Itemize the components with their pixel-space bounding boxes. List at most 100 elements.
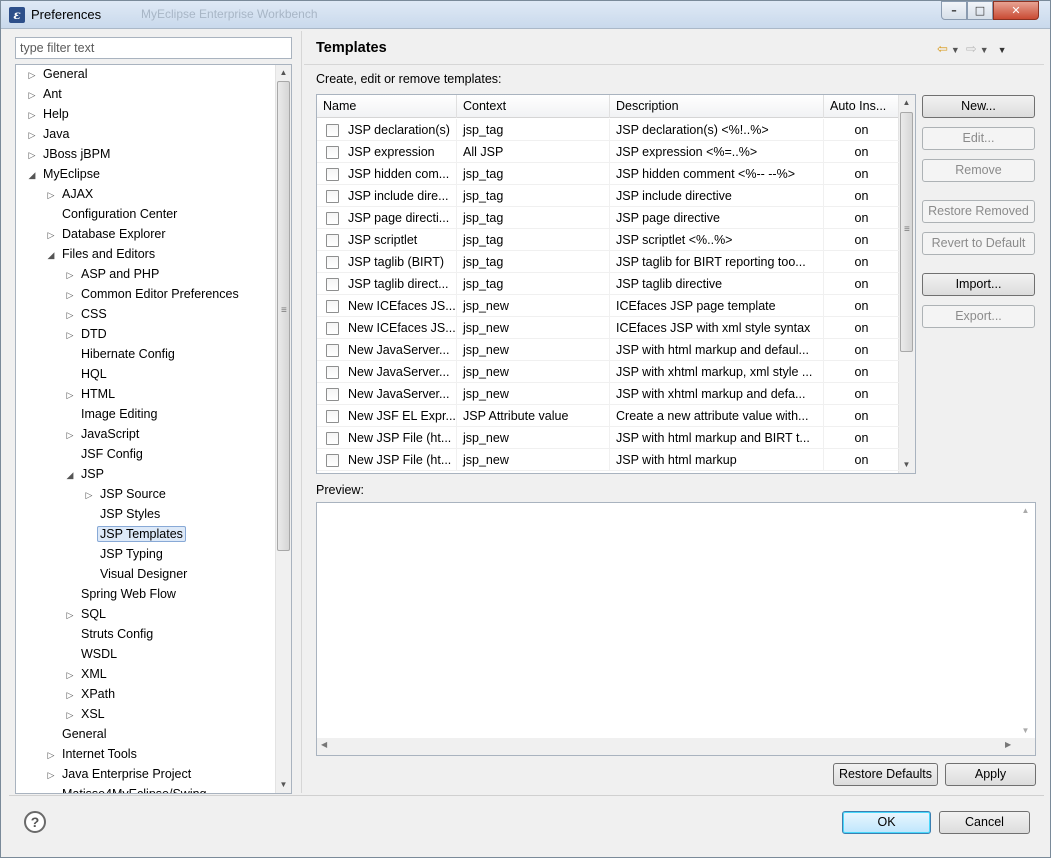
column-description[interactable]: Description — [610, 95, 824, 118]
scroll-left-icon[interactable]: ◀ — [321, 740, 327, 749]
templates-table[interactable]: Name Context Description Auto Ins... ▲ ≡… — [316, 94, 916, 474]
collapsed-arrow-icon[interactable]: ▷ — [62, 686, 78, 705]
ok-button[interactable]: OK — [842, 811, 931, 834]
new-template-button[interactable]: New... — [922, 95, 1035, 118]
collapsed-arrow-icon[interactable]: ▷ — [62, 666, 78, 685]
table-row[interactable]: New ICEfaces JS... jsp_new ICEfaces JSP pa… — [317, 295, 900, 317]
maximize-button[interactable]: □ — [967, 1, 993, 20]
expanded-arrow-icon[interactable]: ◢ — [43, 246, 59, 265]
tree-item[interactable]: ▷ Internet Tools — [43, 745, 140, 765]
title-bar[interactable]: ε Preferences MyEclipse Enterprise Workb… — [1, 1, 1050, 29]
scroll-down-icon[interactable]: ▼ — [1018, 723, 1033, 739]
tree-item[interactable]: ▷ SQL — [62, 605, 109, 625]
enable-checkbox[interactable] — [326, 256, 339, 269]
collapsed-arrow-icon[interactable]: ▷ — [24, 126, 40, 145]
remove-template-button[interactable]: Remove — [922, 159, 1035, 182]
tree-item[interactable]: ▷ DTD — [62, 325, 110, 345]
tree-item[interactable]: ◢ Files and Editors — [43, 245, 158, 265]
enable-checkbox[interactable] — [326, 344, 339, 357]
table-scroll-thumb[interactable]: ≡ — [900, 112, 913, 352]
preview-area[interactable]: ▲ ▼ ◀ ▶ — [316, 502, 1036, 756]
tree-item[interactable]: ▷ Java — [24, 125, 72, 145]
tree-item[interactable]: HQL — [62, 365, 110, 385]
enable-checkbox[interactable] — [326, 322, 339, 335]
tree-item[interactable]: ▷ JBoss jBPM — [24, 145, 113, 165]
collapsed-arrow-icon[interactable]: ▷ — [24, 86, 40, 105]
table-row[interactable]: JSP taglib direct... jsp_tag JSP taglib di… — [317, 273, 900, 295]
tree-item[interactable]: ▷ Java Enterprise Project — [43, 765, 194, 785]
scroll-down-icon[interactable]: ▼ — [276, 777, 291, 793]
export-button[interactable]: Export... — [922, 305, 1035, 328]
tree-item[interactable]: ▷ Common Editor Preferences — [62, 285, 242, 305]
forward-arrow-icon[interactable]: ⇨ — [966, 41, 977, 56]
collapsed-arrow-icon[interactable]: ▷ — [24, 106, 40, 125]
scroll-up-icon[interactable]: ▲ — [1018, 503, 1033, 519]
tree-item[interactable]: WSDL — [62, 645, 120, 665]
collapsed-arrow-icon[interactable]: ▷ — [62, 706, 78, 725]
table-row[interactable]: New JSP File (ht... jsp_new JSP with html … — [317, 449, 900, 471]
collapsed-arrow-icon[interactable]: ▷ — [62, 606, 78, 625]
table-row[interactable]: JSP declaration(s) jsp_tag JSP declaration… — [317, 119, 900, 141]
enable-checkbox[interactable] — [326, 454, 339, 467]
pane-divider[interactable] — [301, 31, 302, 793]
tree-item[interactable]: JSP Templates — [81, 525, 186, 545]
enable-checkbox[interactable] — [326, 124, 339, 137]
collapsed-arrow-icon[interactable]: ▷ — [43, 766, 59, 785]
tree-item[interactable]: Image Editing — [62, 405, 160, 425]
tree-item[interactable]: ▷ General — [24, 65, 90, 85]
enable-checkbox[interactable] — [326, 146, 339, 159]
collapsed-arrow-icon[interactable]: ▷ — [62, 426, 78, 445]
import-button[interactable]: Import... — [922, 273, 1035, 296]
scroll-down-icon[interactable]: ▼ — [899, 457, 914, 473]
table-row[interactable]: New ICEfaces JS... jsp_new ICEfaces JSP wi… — [317, 317, 900, 339]
enable-checkbox[interactable] — [326, 278, 339, 291]
view-menu-icon[interactable]: ▼ — [998, 45, 1007, 55]
collapsed-arrow-icon[interactable]: ▷ — [62, 386, 78, 405]
tree-item[interactable]: Struts Config — [62, 625, 156, 645]
tree-item[interactable]: JSP Styles — [81, 505, 163, 525]
table-row[interactable]: JSP scriptlet jsp_tag JSP scriptlet <%..%>… — [317, 229, 900, 251]
cancel-button[interactable]: Cancel — [939, 811, 1030, 834]
enable-checkbox[interactable] — [326, 410, 339, 423]
tree-item[interactable]: JSF Config — [62, 445, 146, 465]
table-row[interactable]: New JavaServer... jsp_new JSP with xhtml m… — [317, 361, 900, 383]
tree-scrollbar[interactable]: ▲ ≡ ▼ — [275, 65, 291, 793]
table-row[interactable]: JSP page directi... jsp_tag JSP page direc… — [317, 207, 900, 229]
tree-item[interactable]: ◢ MyEclipse — [24, 165, 103, 185]
collapsed-arrow-icon[interactable]: ▷ — [24, 66, 40, 85]
preview-vertical-scrollbar[interactable]: ▲ ▼ — [1018, 503, 1035, 739]
collapsed-arrow-icon[interactable]: ▷ — [24, 146, 40, 165]
table-row[interactable]: New JavaServer... jsp_new JSP with html ma… — [317, 339, 900, 361]
back-dropdown-icon[interactable]: ▼ — [951, 45, 960, 55]
restore-defaults-button[interactable]: Restore Defaults — [833, 763, 938, 786]
expanded-arrow-icon[interactable]: ◢ — [62, 466, 78, 485]
collapsed-arrow-icon[interactable]: ▷ — [62, 286, 78, 305]
preferences-tree[interactable]: Matisse4MyEclipse/Swing ▷ Java Enterprise … — [15, 64, 292, 794]
enable-checkbox[interactable] — [326, 168, 339, 181]
restore-removed-button[interactable]: Restore Removed — [922, 200, 1035, 223]
table-row[interactable]: JSP expression All JSP JSP expression <%=.… — [317, 141, 900, 163]
collapsed-arrow-icon[interactable]: ▷ — [81, 486, 97, 505]
table-row[interactable]: JSP hidden com... jsp_tag JSP hidden comme… — [317, 163, 900, 185]
tree-item[interactable]: ▷ CSS — [62, 305, 110, 325]
collapsed-arrow-icon[interactable]: ▷ — [43, 186, 59, 205]
tree-item[interactable]: General — [43, 725, 109, 745]
enable-checkbox[interactable] — [326, 366, 339, 379]
forward-dropdown-icon[interactable]: ▼ — [980, 45, 989, 55]
apply-button[interactable]: Apply — [945, 763, 1036, 786]
tree-item[interactable]: ▷ HTML — [62, 385, 118, 405]
column-name[interactable]: Name — [317, 95, 457, 118]
collapsed-arrow-icon[interactable]: ▷ — [43, 226, 59, 245]
tree-item[interactable]: ▷ ASP and PHP — [62, 265, 162, 285]
collapsed-arrow-icon[interactable]: ▷ — [62, 306, 78, 325]
tree-item[interactable]: ▷ XSL — [62, 705, 108, 725]
back-arrow-icon[interactable]: ⇦ — [937, 41, 948, 56]
tree-item[interactable]: ▷ AJAX — [43, 185, 96, 205]
column-auto-insert[interactable]: Auto Ins... — [824, 95, 900, 118]
tree-item[interactable]: ▷ Help — [24, 105, 72, 125]
table-row[interactable]: New JSF EL Expr... JSP Attribute value Cre… — [317, 405, 900, 427]
tree-item[interactable]: ▷ XML — [62, 665, 110, 685]
tree-item[interactable]: Configuration Center — [43, 205, 180, 225]
tree-item[interactable]: Hibernate Config — [62, 345, 178, 365]
help-icon[interactable]: ? — [24, 811, 46, 833]
